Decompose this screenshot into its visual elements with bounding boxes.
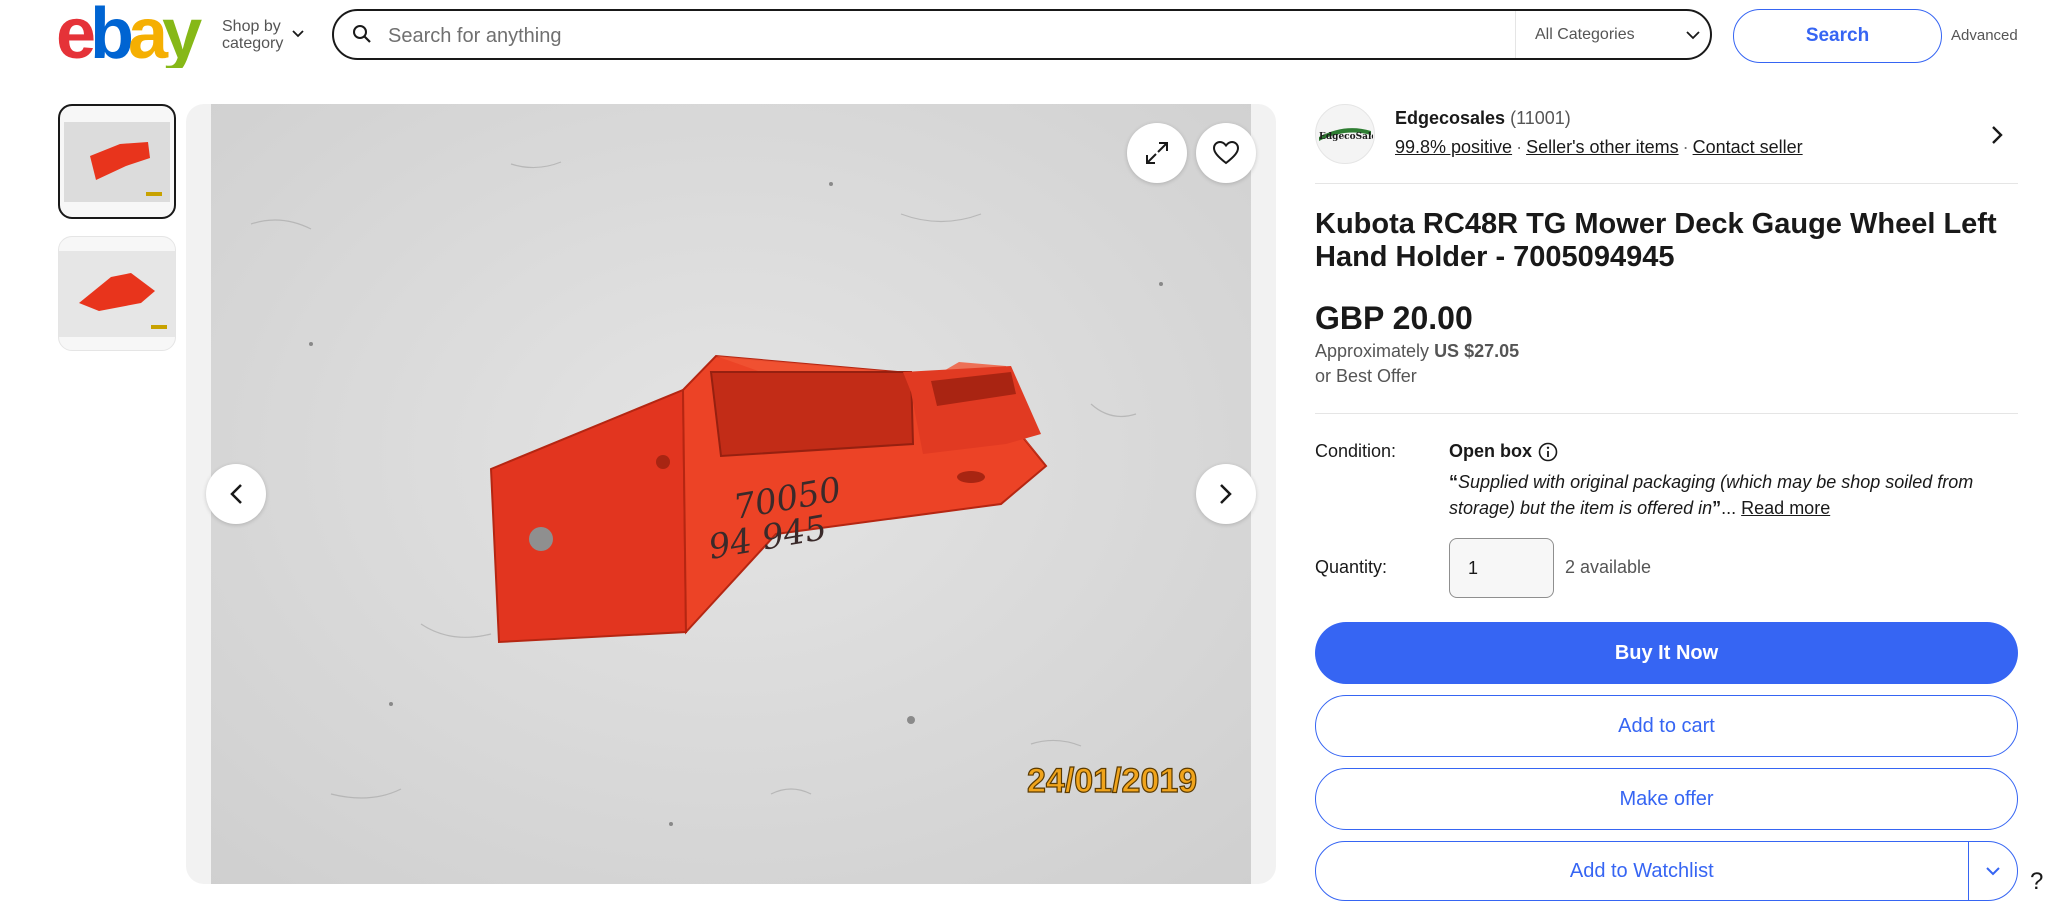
add-to-watchlist-button[interactable]: Add to Watchlist [1316,842,1968,900]
buy-it-now-button[interactable]: Buy It Now [1315,622,2018,684]
chevron-left-icon [230,484,242,504]
read-more-link[interactable]: Read more [1741,498,1830,518]
quote-open: “ [1449,472,1458,492]
product-image[interactable]: 70050 94 945 24/01/2019 [211,104,1251,884]
divider [1315,413,2018,414]
watchlist-control: Add to Watchlist [1315,841,2018,901]
seller-logo: EdgecoSales [1319,128,1373,142]
watchlist-dropdown-button[interactable] [1969,842,2017,900]
advanced-search-link[interactable]: Advanced [1951,27,2018,44]
separator-dot: · [1682,137,1689,157]
date-stamp: 24/01/2019 [1027,762,1197,800]
watch-heart-button[interactable] [1196,123,1256,183]
search-icon [353,25,371,43]
seller-avatar[interactable]: EdgecoSales [1315,104,1375,164]
category-select[interactable]: All Categories [1535,26,1635,44]
heart-icon [1213,141,1239,165]
make-offer-button[interactable]: Make offer [1315,768,2018,830]
search-button[interactable]: Search [1733,9,1942,63]
seller-other-items-link[interactable]: Seller's other items [1526,137,1679,157]
thumbnail-2[interactable] [58,236,176,351]
seller-feedback-count: (11001) [1510,108,1571,128]
condition-text: Open box [1449,441,1533,461]
seller-info: Edgecosales (11001) [1395,108,1571,129]
approx-price: Approximately US $27.05 [1315,341,1519,362]
shop-by-line1: Shop by [222,18,281,35]
next-image-button[interactable] [1196,464,1256,524]
shop-by-category-button[interactable]: Shop by category [222,18,283,52]
separator-dot: · [1516,137,1523,157]
divider [1315,183,2018,184]
chevron-down-icon [292,30,304,38]
fullscreen-button[interactable] [1127,123,1187,183]
approx-value: US $27.05 [1434,341,1520,361]
chevron-right-icon [1220,484,1232,504]
thumbnail-image [64,122,170,202]
search-divider [1515,11,1516,58]
search-input[interactable] [386,18,1490,54]
ellipsis: ... [1721,498,1742,518]
help-button[interactable]: ? [2030,868,2043,896]
svg-text:ebay: ebay [56,2,202,68]
ebay-logo[interactable]: ebay [56,2,204,68]
item-price: GBP 20.00 [1315,300,1473,336]
chevron-right-icon[interactable] [1990,124,2004,146]
seller-links: 99.8% positive · Seller's other items · Cont… [1395,137,1803,158]
approx-label: Approximately [1315,341,1430,361]
quantity-input[interactable] [1449,538,1554,598]
thumbnail-1[interactable] [58,104,176,219]
item-title: Kubota RC48R TG Mower Deck Gauge Wheel L… [1315,208,1997,273]
previous-image-button[interactable] [206,464,266,524]
shop-by-line2: category [222,35,284,52]
add-to-cart-button[interactable]: Add to cart [1315,695,2018,757]
image-viewer: 70050 94 945 24/01/2019 [186,104,1276,884]
chevron-down-icon [1686,31,1700,40]
expand-icon [1146,142,1168,164]
seller-name[interactable]: Edgecosales [1395,108,1505,128]
thumbnail-image [59,251,175,337]
contact-seller-link[interactable]: Contact seller [1693,137,1803,157]
info-icon[interactable] [1538,442,1558,462]
chevron-down-icon [1986,866,2000,875]
best-offer-text: or Best Offer [1315,366,1417,386]
quantity-label: Quantity: [1315,557,1388,577]
condition-label: Condition: [1315,441,1397,461]
seller-logo-text: EdgecoSales [1319,132,1373,142]
seller-feedback-link[interactable]: 99.8% positive [1395,137,1512,157]
quote-close: ” [1712,498,1722,518]
quantity-available: 2 available [1565,557,1652,577]
condition-value: Open box [1449,441,1558,462]
condition-description: “Supplied with original packaging (which… [1449,469,2009,521]
